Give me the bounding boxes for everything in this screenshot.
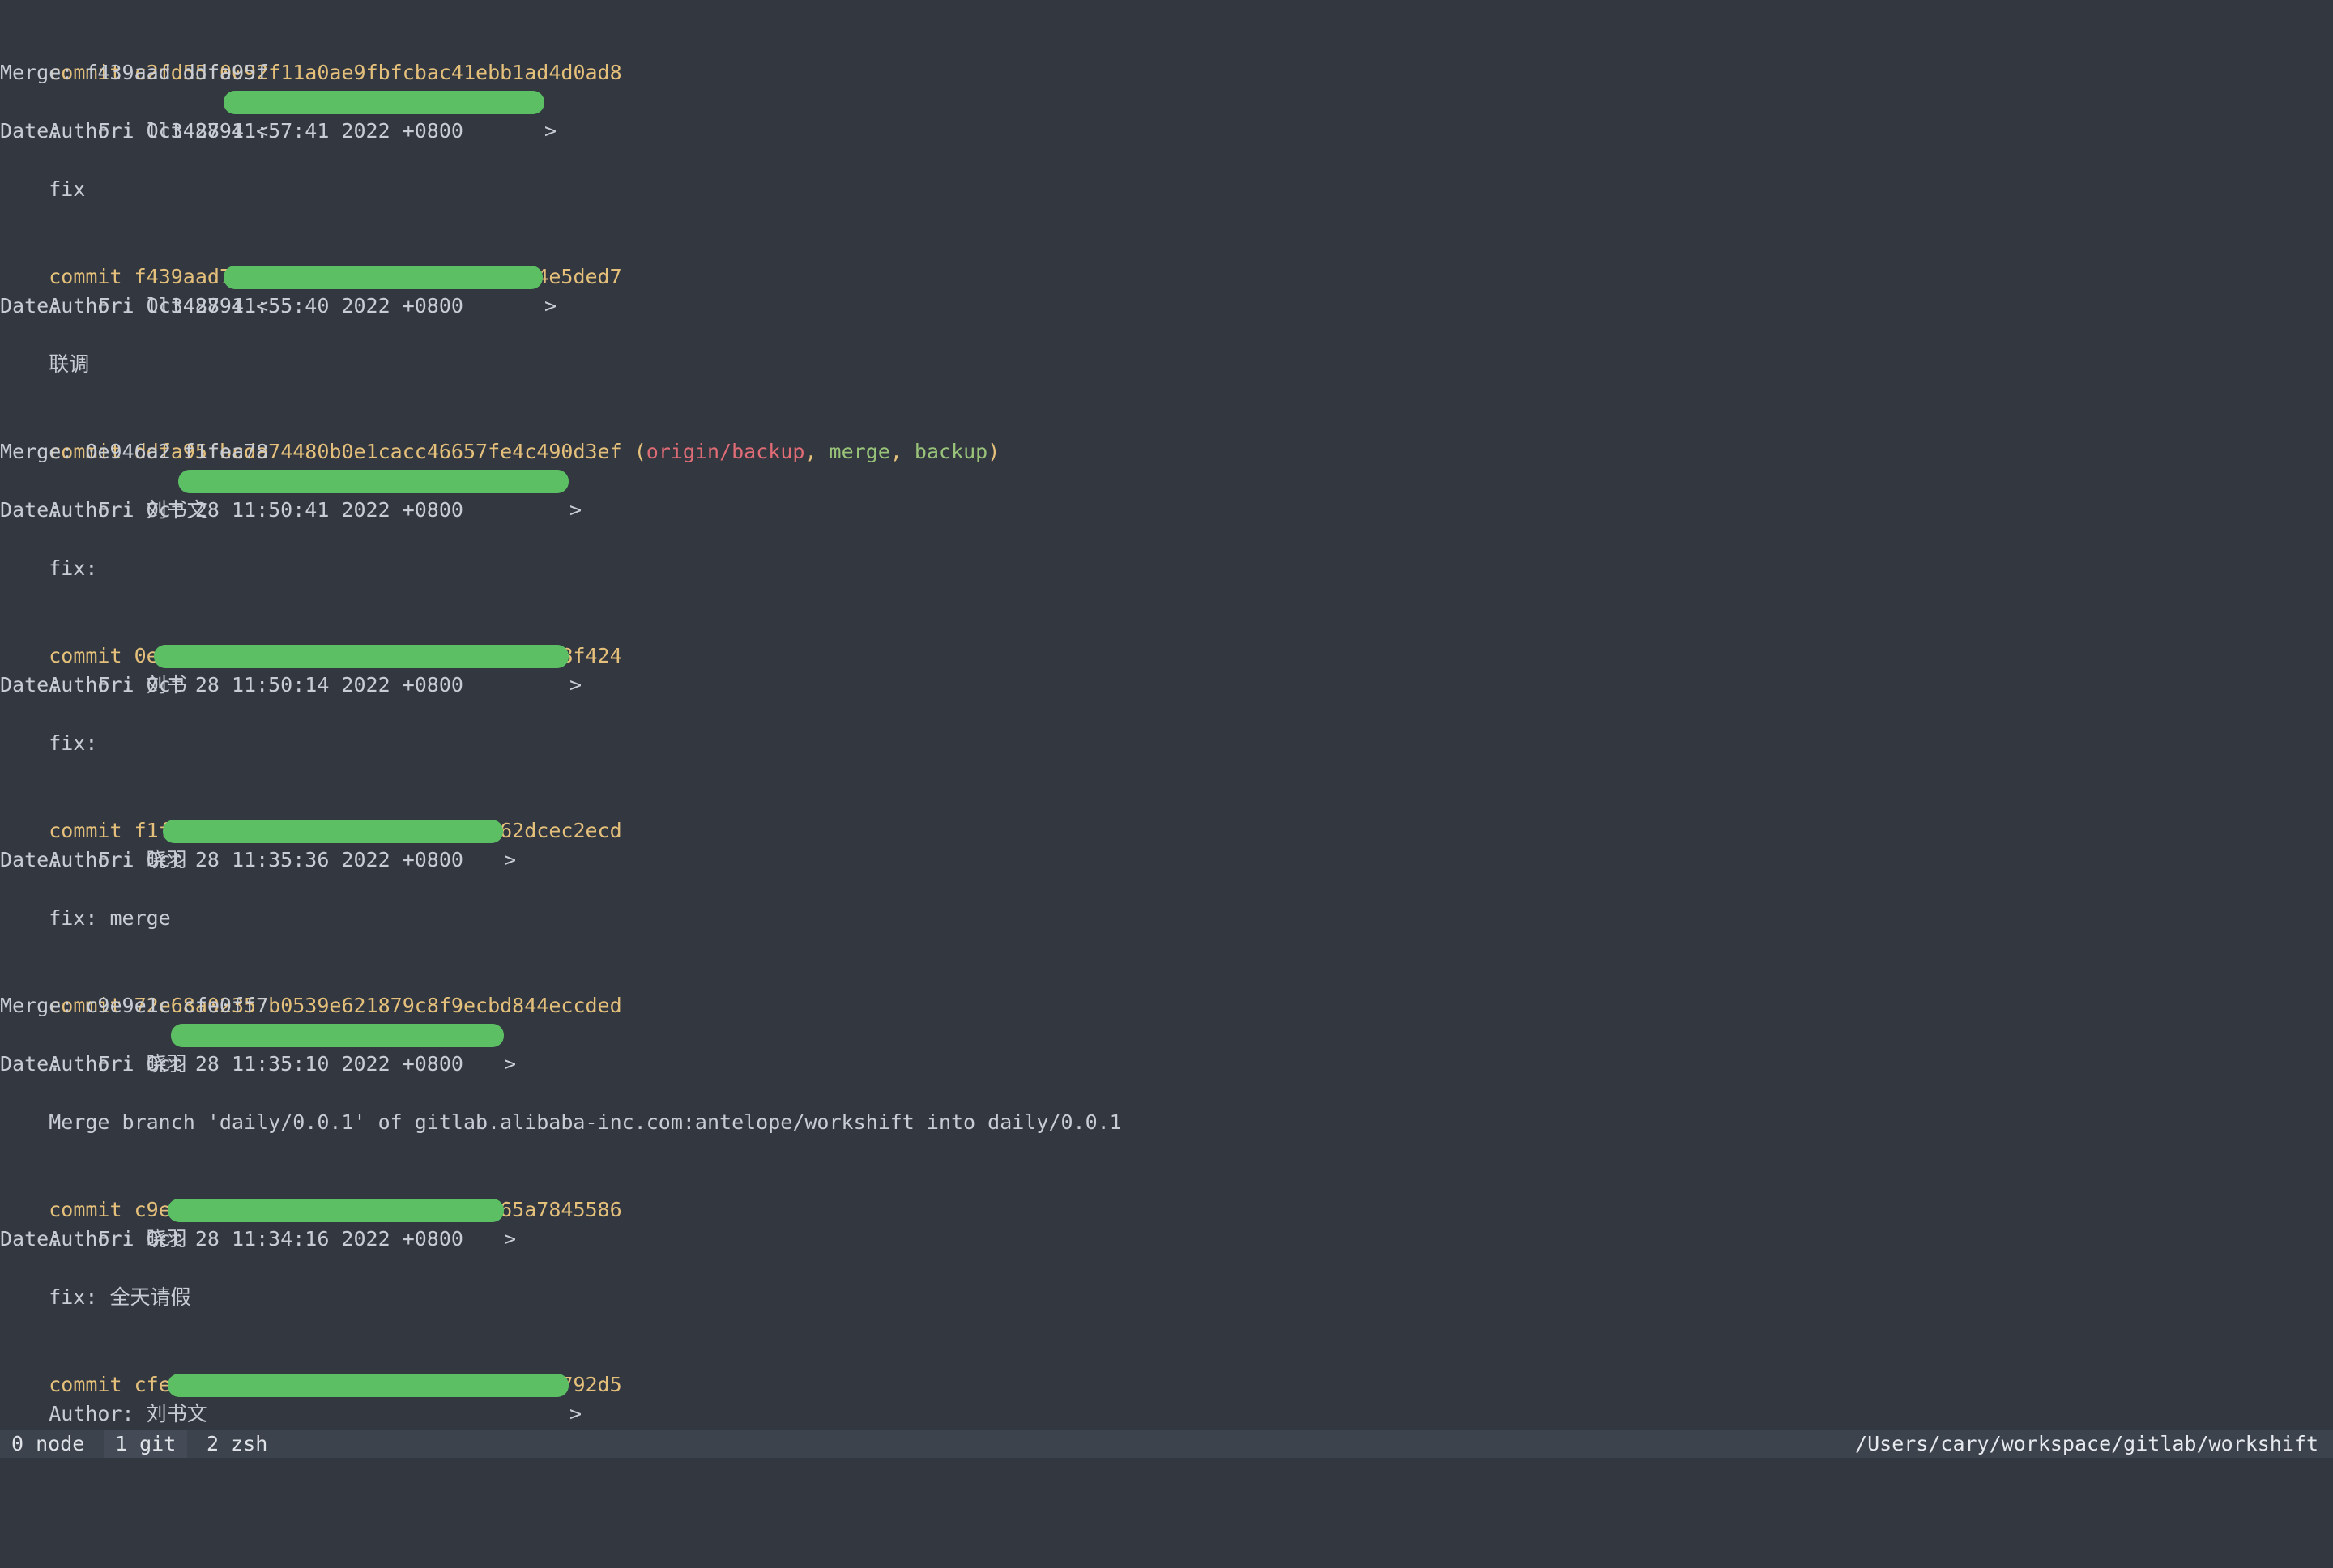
commit-line: commit c2fd55f0092f11a0ae9fbfcbac41ebb1a… [0, 29, 621, 84]
branch-ref: backup [914, 440, 988, 463]
author-line: Author: ll348794 < > [0, 262, 557, 317]
window-tab-git[interactable]: 1 git [104, 1430, 188, 1458]
author-line: Author: 刘书文 > [0, 1370, 582, 1425]
redacted-email [224, 91, 544, 114]
author-name: Author: 刘书文 [49, 1402, 207, 1425]
email-close: > [544, 294, 557, 317]
redacted-email [171, 1024, 504, 1047]
window-tab-node[interactable]: 0 node [0, 1430, 96, 1458]
terminal-output: commit c2fd55f0092f11a0ae9fbfcbac41ebb1a… [0, 29, 2333, 1430]
commit-message: Merge branch 'daily/0.0.1' of gitlab.ali… [0, 1110, 1122, 1134]
date-line: Date: Fri Oct 28 11:35:36 2022 +0800 [0, 848, 463, 871]
author-line: Author: ll348794 < > [0, 87, 557, 143]
commit-message: fix: merge [0, 906, 171, 930]
author-line: Author: 晓羽 > [0, 1195, 516, 1251]
date-line: Date: Fri Oct 28 11:34:16 2022 +0800 [0, 1227, 463, 1251]
merge-line: Merge: c9e9e1c cfe0ff7 [0, 994, 269, 1017]
email-close: > [504, 848, 517, 871]
merge-line: Merge: 0e946a2 f1fea78 [0, 440, 269, 463]
email-close: > [569, 498, 582, 522]
commit-line: commit c9e9e1c4f6b934aa91303dd4d08cb565a… [0, 1166, 621, 1221]
date-line: Date: Fri Oct 28 11:35:10 2022 +0800 [0, 1052, 463, 1076]
date-line: Date: Fri Oct 28 11:50:14 2022 +0800 [0, 673, 463, 697]
commit-line: commit f439aad7fdf8a5069484180f0bc7b0a3e… [0, 233, 621, 288]
commit-line: commit 72e68a02357b0539e621879c8f9ecbd84… [0, 962, 621, 1017]
redacted-email [163, 820, 503, 843]
author-line: Author: 刘书文 > [0, 467, 582, 522]
email-close: > [544, 119, 557, 143]
merge-line: Merge: f439aad ddfa95f [0, 61, 269, 84]
pager-prompt[interactable]: : [0, 1400, 72, 1429]
redacted-email [178, 470, 569, 493]
email-close: > [569, 1402, 582, 1425]
redacted-email [224, 266, 543, 289]
branch-ref: merge [829, 440, 890, 463]
commit-message: fix: 全天请假 [0, 1285, 191, 1309]
date-line: Date: Fri Oct 28 11:55:40 2022 +0800 [0, 294, 463, 317]
redacted-email [168, 1199, 504, 1222]
commit-line: commit 0e946a2bfecbb5ac50e4c6c28aa3119d7… [0, 612, 621, 667]
date-line: Date: Fri Oct 28 11:50:41 2022 +0800 [0, 498, 463, 522]
author-line: Author: 晓羽 > [0, 1020, 516, 1076]
email-close: > [504, 1052, 517, 1076]
commit-message: fix: [0, 556, 98, 580]
commit-message: fix: [0, 731, 98, 755]
commit-line: commit cfe0ff750ed2a5bd2471e7ebf0f9a6ac3… [0, 1341, 621, 1396]
redacted-email [154, 645, 569, 668]
window-tab-zsh[interactable]: 2 zsh [195, 1430, 279, 1458]
commit-message: 联调 [0, 352, 90, 376]
date-line: Date: Fri Oct 28 11:57:41 2022 +0800 [0, 119, 463, 143]
current-path: /Users/cary/workspace/gitlab/workshift [1855, 1432, 2318, 1455]
email-close: > [504, 1227, 517, 1251]
tmux-status-bar: 0 node 1 git 2 zsh /Users/cary/workspace… [0, 1430, 2333, 1458]
commit-line: commit ddfa95fbcda74480b0e1cacc46657fe4c… [49, 440, 1000, 463]
author-line: Author: 晓羽 > [0, 816, 516, 871]
remote-ref: origin/backup [646, 440, 805, 463]
commit-message: fix [0, 177, 86, 201]
author-line: Author: 刘书 > [0, 641, 582, 697]
commit-line: commit f1fea782cfe6c0dff24164112a674562d… [0, 787, 621, 842]
email-close: > [569, 673, 582, 697]
redacted-email [168, 1374, 569, 1397]
